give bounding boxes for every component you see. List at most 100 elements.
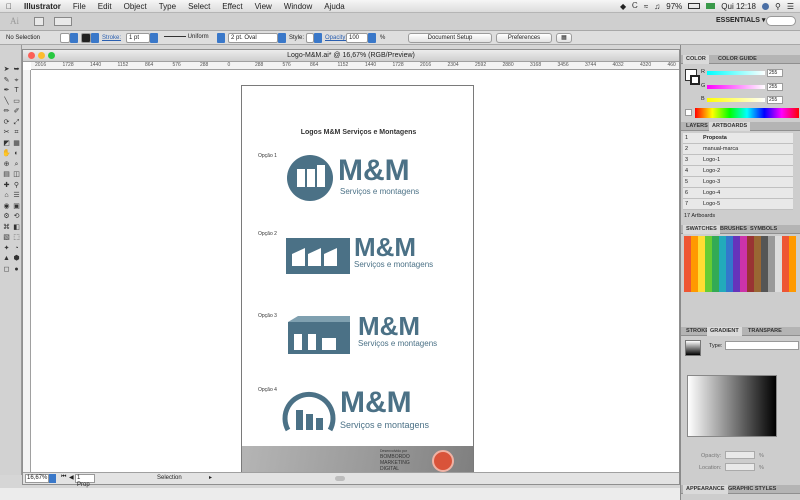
menu-file[interactable]: File bbox=[67, 0, 92, 13]
tool-icon[interactable]: ◉ bbox=[2, 202, 11, 211]
search-icon[interactable]: ⚲ bbox=[775, 2, 781, 11]
tool-icon[interactable]: ◩ bbox=[2, 139, 11, 148]
tool-icon[interactable]: ✒ bbox=[2, 86, 11, 95]
g-value[interactable]: 255 bbox=[767, 83, 783, 91]
zoom-dropdown[interactable] bbox=[49, 474, 56, 483]
tab-layers[interactable]: LAYERS bbox=[683, 122, 711, 131]
gradient-opacity-field[interactable] bbox=[725, 451, 755, 459]
opacity-field[interactable]: 100 bbox=[346, 33, 368, 43]
tool-icon[interactable]: ⌘ bbox=[2, 223, 11, 232]
tab-transparency[interactable]: TRANSPARE bbox=[745, 327, 785, 336]
artboard-row[interactable]: 6 Logo-4 bbox=[683, 188, 793, 199]
tool-icon[interactable]: ➥ bbox=[12, 65, 21, 74]
brush-definition[interactable]: 2 pt. Oval bbox=[228, 33, 278, 43]
tool-icon[interactable]: ⌖ bbox=[12, 76, 21, 85]
minimize-button[interactable] bbox=[38, 52, 45, 59]
apple-menu-icon[interactable]:  bbox=[0, 0, 18, 13]
tab-graphic-styles[interactable]: GRAPHIC STYLES bbox=[725, 485, 779, 494]
tool-icon[interactable]: ✎ bbox=[2, 76, 11, 85]
zoom-button[interactable] bbox=[48, 52, 55, 59]
tool-icon[interactable]: ⌕ bbox=[12, 160, 21, 169]
fill-swatch[interactable] bbox=[60, 33, 70, 43]
artboard-row[interactable]: 4 Logo-2 bbox=[683, 166, 793, 177]
flag-icon[interactable] bbox=[706, 3, 716, 9]
canvas-area[interactable]: Logos M&M Serviços e Montagens Opção 1 M… bbox=[31, 70, 679, 478]
r-slider[interactable] bbox=[707, 71, 765, 75]
battery-icon[interactable] bbox=[688, 3, 701, 9]
tool-icon[interactable]: ◔ bbox=[12, 244, 21, 253]
artboard-navigator[interactable]: 1 Prop bbox=[75, 474, 95, 488]
tool-icon[interactable]: ☰ bbox=[12, 191, 21, 200]
artboard-row[interactable]: 3 Logo-1 bbox=[683, 155, 793, 166]
list-icon[interactable]: ☰ bbox=[787, 2, 794, 11]
tool-icon[interactable]: ◐ bbox=[12, 149, 21, 158]
tool-icon[interactable]: ◫ bbox=[12, 170, 21, 179]
swatch-grid[interactable] bbox=[684, 236, 796, 292]
tool-icon[interactable]: ◻ bbox=[2, 265, 11, 274]
profile-dropdown[interactable] bbox=[217, 33, 225, 43]
user-icon[interactable] bbox=[761, 2, 769, 10]
arrange-documents-icon[interactable] bbox=[54, 17, 72, 26]
tool-icon[interactable]: ╲ bbox=[2, 97, 11, 106]
r-value[interactable]: 255 bbox=[767, 69, 783, 77]
tool-icon[interactable]: ➤ bbox=[2, 65, 11, 74]
artboard[interactable]: Logos M&M Serviços e Montagens Opção 1 M… bbox=[241, 85, 474, 478]
style-dropdown[interactable] bbox=[314, 33, 322, 43]
vertical-ruler[interactable] bbox=[23, 70, 31, 472]
artboard-row[interactable]: 7 Logo-5 bbox=[683, 199, 793, 210]
tab-artboards[interactable]: ARTBOARDS bbox=[709, 122, 751, 131]
color-spectrum[interactable] bbox=[695, 108, 799, 118]
volume-icon[interactable]: ♫ bbox=[654, 2, 660, 11]
arrange-icon[interactable]: ▦ bbox=[556, 33, 572, 43]
prev-artboard-button[interactable]: ◀ bbox=[69, 474, 74, 481]
artboard-row[interactable]: 2 manual-marca bbox=[683, 144, 793, 155]
tool-icon[interactable]: ◧ bbox=[12, 223, 21, 232]
stroke-indicator[interactable] bbox=[690, 75, 700, 85]
g-slider[interactable] bbox=[707, 85, 765, 89]
tool-icon[interactable]: ▦ bbox=[12, 139, 21, 148]
gradient-type-select[interactable] bbox=[725, 341, 799, 350]
tool-icon[interactable]: ⤢ bbox=[12, 118, 21, 127]
tool-icon[interactable]: ⟳ bbox=[2, 118, 11, 127]
none-swatch[interactable] bbox=[685, 109, 692, 116]
bridge-icon[interactable] bbox=[34, 17, 44, 26]
stroke-swatch[interactable] bbox=[81, 33, 91, 43]
tool-icon[interactable]: ✂ bbox=[2, 128, 11, 137]
opacity-label[interactable]: Opacity: bbox=[325, 33, 347, 43]
tool-icon[interactable]: ✐ bbox=[12, 107, 21, 116]
menu-select[interactable]: Select bbox=[182, 0, 216, 13]
tool-icon[interactable]: ⊕ bbox=[2, 160, 11, 169]
tool-icon[interactable]: ⬢ bbox=[12, 254, 21, 263]
graphic-style-swatch[interactable] bbox=[306, 33, 314, 43]
close-button[interactable] bbox=[28, 52, 35, 59]
workspace-switcher[interactable]: ESSENTIALS ▾ bbox=[716, 16, 765, 24]
fill-dropdown[interactable] bbox=[70, 33, 78, 43]
first-artboard-button[interactable]: ⏮ bbox=[61, 474, 66, 481]
gradient-slider[interactable] bbox=[687, 375, 777, 437]
menu-edit[interactable]: Edit bbox=[92, 0, 118, 13]
tool-icon[interactable]: ⬚ bbox=[12, 233, 21, 242]
tab-appearance[interactable]: APPEARANCE bbox=[683, 485, 728, 494]
dropbox-icon[interactable]: ◆ bbox=[620, 2, 626, 11]
tool-icon[interactable]: ▤ bbox=[2, 170, 11, 179]
status-menu-arrow[interactable]: ▸ bbox=[209, 474, 212, 481]
tab-symbols[interactable]: SYMBOLS bbox=[747, 225, 780, 234]
preferences-button[interactable]: Preferences bbox=[496, 33, 552, 43]
b-slider[interactable] bbox=[707, 98, 765, 102]
zoom-field[interactable]: 16,67% bbox=[25, 474, 49, 483]
menu-effect[interactable]: Effect bbox=[216, 0, 248, 13]
variable-width-profile[interactable]: Uniform bbox=[162, 33, 217, 43]
horizontal-ruler[interactable]: 2016 1728 1440 1152 864 576 288 0 288 576 864 1152 1… bbox=[31, 62, 679, 70]
menu-type[interactable]: Type bbox=[153, 0, 182, 13]
stroke-weight-dropdown[interactable] bbox=[150, 33, 158, 43]
wifi-icon[interactable]: ≈ bbox=[644, 2, 648, 11]
tab-brushes[interactable]: BRUSHES bbox=[717, 225, 750, 234]
clock[interactable]: Qui 12:18 bbox=[721, 2, 756, 11]
stroke-dropdown[interactable] bbox=[91, 33, 99, 43]
brush-dropdown[interactable] bbox=[278, 33, 286, 43]
tool-icon[interactable]: ⚙ bbox=[2, 212, 11, 221]
document-title-bar[interactable]: Logo-M&M.ai* @ 16,67% (RGB/Preview) bbox=[23, 50, 679, 62]
menu-view[interactable]: View bbox=[249, 0, 278, 13]
tab-color-guide[interactable]: COLOR GUIDE bbox=[715, 55, 760, 64]
menu-app[interactable]: Illustrator bbox=[18, 0, 67, 13]
